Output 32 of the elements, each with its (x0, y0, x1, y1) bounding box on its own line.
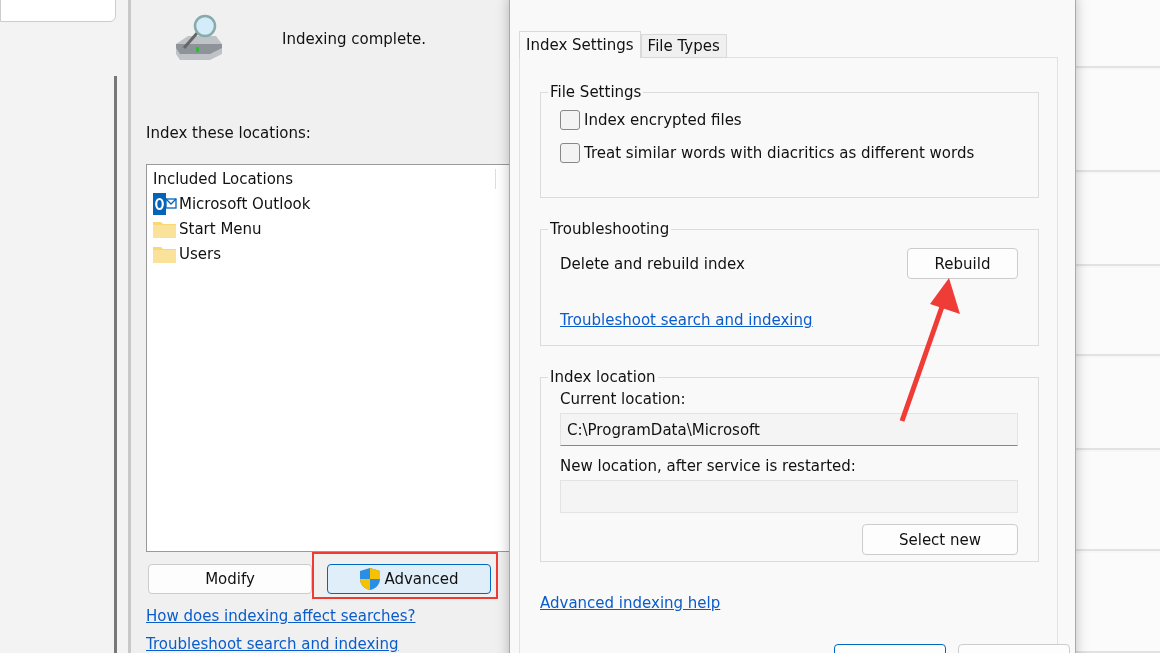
section-label: Index these locations: (146, 123, 312, 142)
help-link[interactable]: Advanced indexing help (540, 594, 721, 612)
tab[interactable]: Index Settings (519, 31, 641, 58)
field-label: New location, after service is restarted: (560, 457, 857, 475)
mail-app-icon (153, 193, 177, 216)
location-item[interactable]: Microsoft Outlook (153, 193, 495, 216)
folder-icon (153, 220, 177, 239)
scrollbar[interactable] (114, 76, 117, 653)
help-link[interactable]: How does indexing affect searches? (146, 607, 416, 625)
checkbox-label: Treat similar words with diacritics as different words (584, 143, 975, 162)
column-header[interactable]: Included Locations (153, 170, 495, 189)
group-title: File Settings (549, 83, 643, 101)
troubleshoot-link[interactable]: Troubleshoot search and indexing (146, 635, 399, 653)
drive-magnifier-icon (174, 14, 224, 62)
status-text: Indexing complete. (282, 30, 427, 48)
group-title: Troubleshooting (549, 220, 671, 238)
troubleshoot-link[interactable]: Troubleshoot search and indexing (560, 311, 813, 329)
select-new-button[interactable]: Select new (862, 524, 1018, 555)
checkbox-label: Index encrypted files (584, 110, 742, 129)
location-item[interactable]: Start Menu (153, 220, 495, 239)
checkbox[interactable] (560, 142, 580, 163)
description-text: Delete and rebuild index (560, 254, 745, 273)
field-label: Current location: (560, 390, 687, 408)
location-field[interactable]: C:\ProgramData\Microsoft (560, 413, 1018, 446)
location-item[interactable]: Users (153, 245, 495, 264)
modify-button[interactable]: Modify (148, 564, 312, 594)
folder-icon (153, 245, 177, 264)
group-title: Index location (549, 368, 657, 386)
tab[interactable]: File Types (640, 34, 727, 58)
advanced-button[interactable]: Advanced (327, 564, 491, 594)
rebuild-button[interactable]: Rebuild (907, 248, 1018, 279)
checkbox[interactable] (560, 109, 580, 130)
